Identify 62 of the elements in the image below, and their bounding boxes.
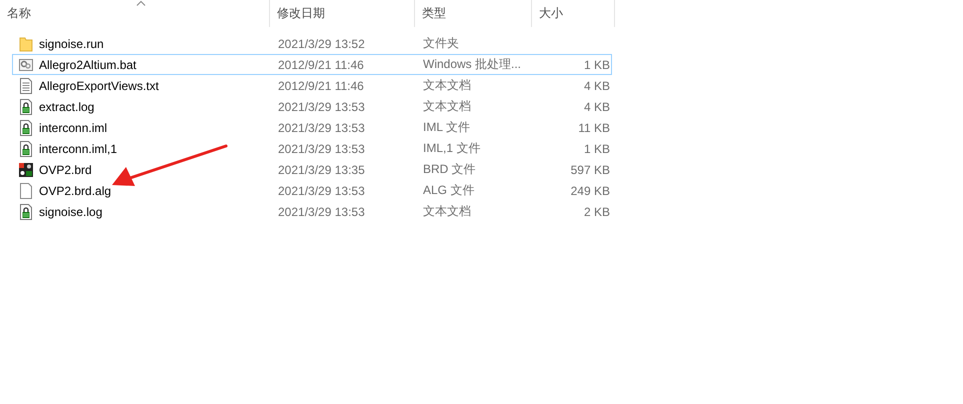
file-type: 文本文档	[422, 203, 472, 220]
column-header[interactable]: 类型	[415, 0, 532, 27]
modified-date: 2021/3/29 13:53	[277, 100, 366, 114]
file-type: ALG 文件	[422, 182, 476, 199]
modified-date: 2021/3/29 13:53	[277, 184, 366, 198]
board-icon	[19, 162, 33, 178]
column-label: 类型	[422, 5, 446, 22]
locked-file-icon	[19, 140, 33, 156]
folder-icon	[19, 36, 33, 52]
file-size: 2 KB	[582, 204, 610, 218]
column-label: 大小	[539, 5, 563, 22]
blank-file-icon	[19, 182, 33, 198]
file-row[interactable]: AllegroExportViews.txt 2012/9/21 11:46 文本文档 4 KB	[12, 75, 612, 96]
file-name: Allegro2Altium.bat	[39, 58, 136, 72]
file-size: 1 KB	[582, 142, 610, 156]
file-type: 文本文档	[422, 98, 472, 115]
file-size: 597 KB	[570, 162, 610, 176]
text-file-icon	[19, 78, 33, 94]
file-type: BRD 文件	[422, 161, 477, 178]
file-size: 11 KB	[577, 120, 610, 134]
file-name: interconn.iml	[39, 120, 108, 134]
column-header[interactable]: 名称	[0, 0, 270, 27]
file-type: IML,1 文件	[422, 140, 482, 157]
file-row[interactable]: extract.log 2021/3/29 13:53 文本文档 4 KB	[12, 96, 612, 117]
sort-caret-icon	[136, 0, 146, 6]
file-name: extract.log	[39, 100, 94, 114]
file-size: 249 KB	[570, 184, 610, 198]
column-label: 修改日期	[277, 5, 325, 22]
file-row[interactable]: Allegro2Altium.bat 2012/9/21 11:46 Windows 批处理... 1 KB	[12, 54, 612, 75]
file-name: signoise.run	[39, 36, 104, 50]
modified-date: 2021/3/29 13:52	[277, 36, 366, 50]
modified-date: 2021/3/29 13:53	[277, 142, 366, 156]
file-type: IML 文件	[422, 119, 471, 136]
file-row[interactable]: interconn.iml,1 2021/3/29 13:53 IML,1 文件 1 KB	[12, 138, 612, 159]
file-size: 4 KB	[582, 100, 610, 114]
modified-date: 2021/3/29 13:53	[277, 120, 366, 134]
column-header[interactable]: 修改日期	[270, 0, 415, 27]
column-label: 名称	[7, 5, 31, 22]
file-row[interactable]: signoise.run 2021/3/29 13:52 文件夹	[12, 33, 612, 54]
file-row[interactable]: OVP2.brd.alg 2021/3/29 13:53 ALG 文件 249 KB	[12, 180, 612, 201]
file-row[interactable]: interconn.iml 2021/3/29 13:53 IML 文件 11 KB	[12, 117, 612, 138]
locked-file-icon	[19, 98, 33, 114]
modified-date: 2012/9/21 11:46	[277, 58, 365, 72]
file-name: OVP2.brd	[39, 162, 92, 176]
file-size: 4 KB	[582, 78, 610, 92]
file-name: OVP2.brd.alg	[39, 184, 112, 198]
file-row[interactable]: signoise.log 2021/3/29 13:53 文本文档 2 KB	[12, 201, 612, 222]
gears-icon	[19, 56, 33, 72]
file-name: signoise.log	[39, 204, 102, 218]
file-row[interactable]: OVP2.brd 2021/3/29 13:35 BRD 文件 597 KB	[12, 159, 612, 180]
file-name: interconn.iml,1	[39, 142, 118, 156]
file-type: 文件夹	[422, 35, 460, 52]
locked-file-icon	[19, 204, 33, 220]
file-size: 1 KB	[582, 58, 610, 72]
modified-date: 2012/9/21 11:46	[277, 78, 365, 92]
file-type: 文本文档	[422, 77, 472, 94]
file-name: AllegroExportViews.txt	[39, 78, 159, 92]
locked-file-icon	[19, 120, 33, 136]
column-header[interactable]: 大小	[532, 0, 615, 27]
file-type: Windows 批处理...	[422, 56, 522, 73]
modified-date: 2021/3/29 13:35	[277, 162, 366, 176]
modified-date: 2021/3/29 13:53	[277, 204, 366, 218]
